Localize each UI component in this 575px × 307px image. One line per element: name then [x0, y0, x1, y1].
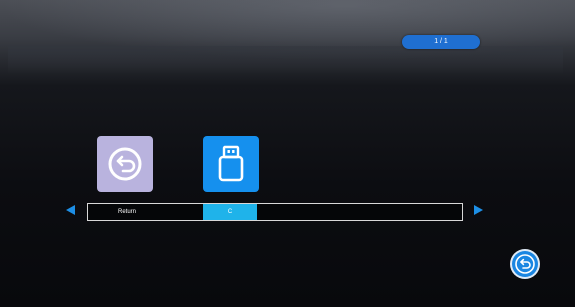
- return-icon: [108, 147, 142, 181]
- back-button[interactable]: [512, 251, 538, 277]
- right-arrow-icon[interactable]: [474, 205, 483, 215]
- source-label-bar: Return C: [87, 203, 463, 221]
- usb-drive-label[interactable]: C: [203, 204, 257, 220]
- header-band: [8, 46, 563, 74]
- return-label[interactable]: Return: [88, 204, 166, 220]
- usb-drive-tile[interactable]: [203, 136, 259, 192]
- return-tile[interactable]: [97, 136, 153, 192]
- tv-screen: 1 / 1 Return C: [0, 0, 575, 307]
- left-arrow-icon[interactable]: [66, 205, 75, 215]
- back-return-icon: [515, 254, 535, 274]
- usb-drive-icon: [218, 145, 244, 182]
- page-indicator: 1 / 1: [402, 35, 480, 49]
